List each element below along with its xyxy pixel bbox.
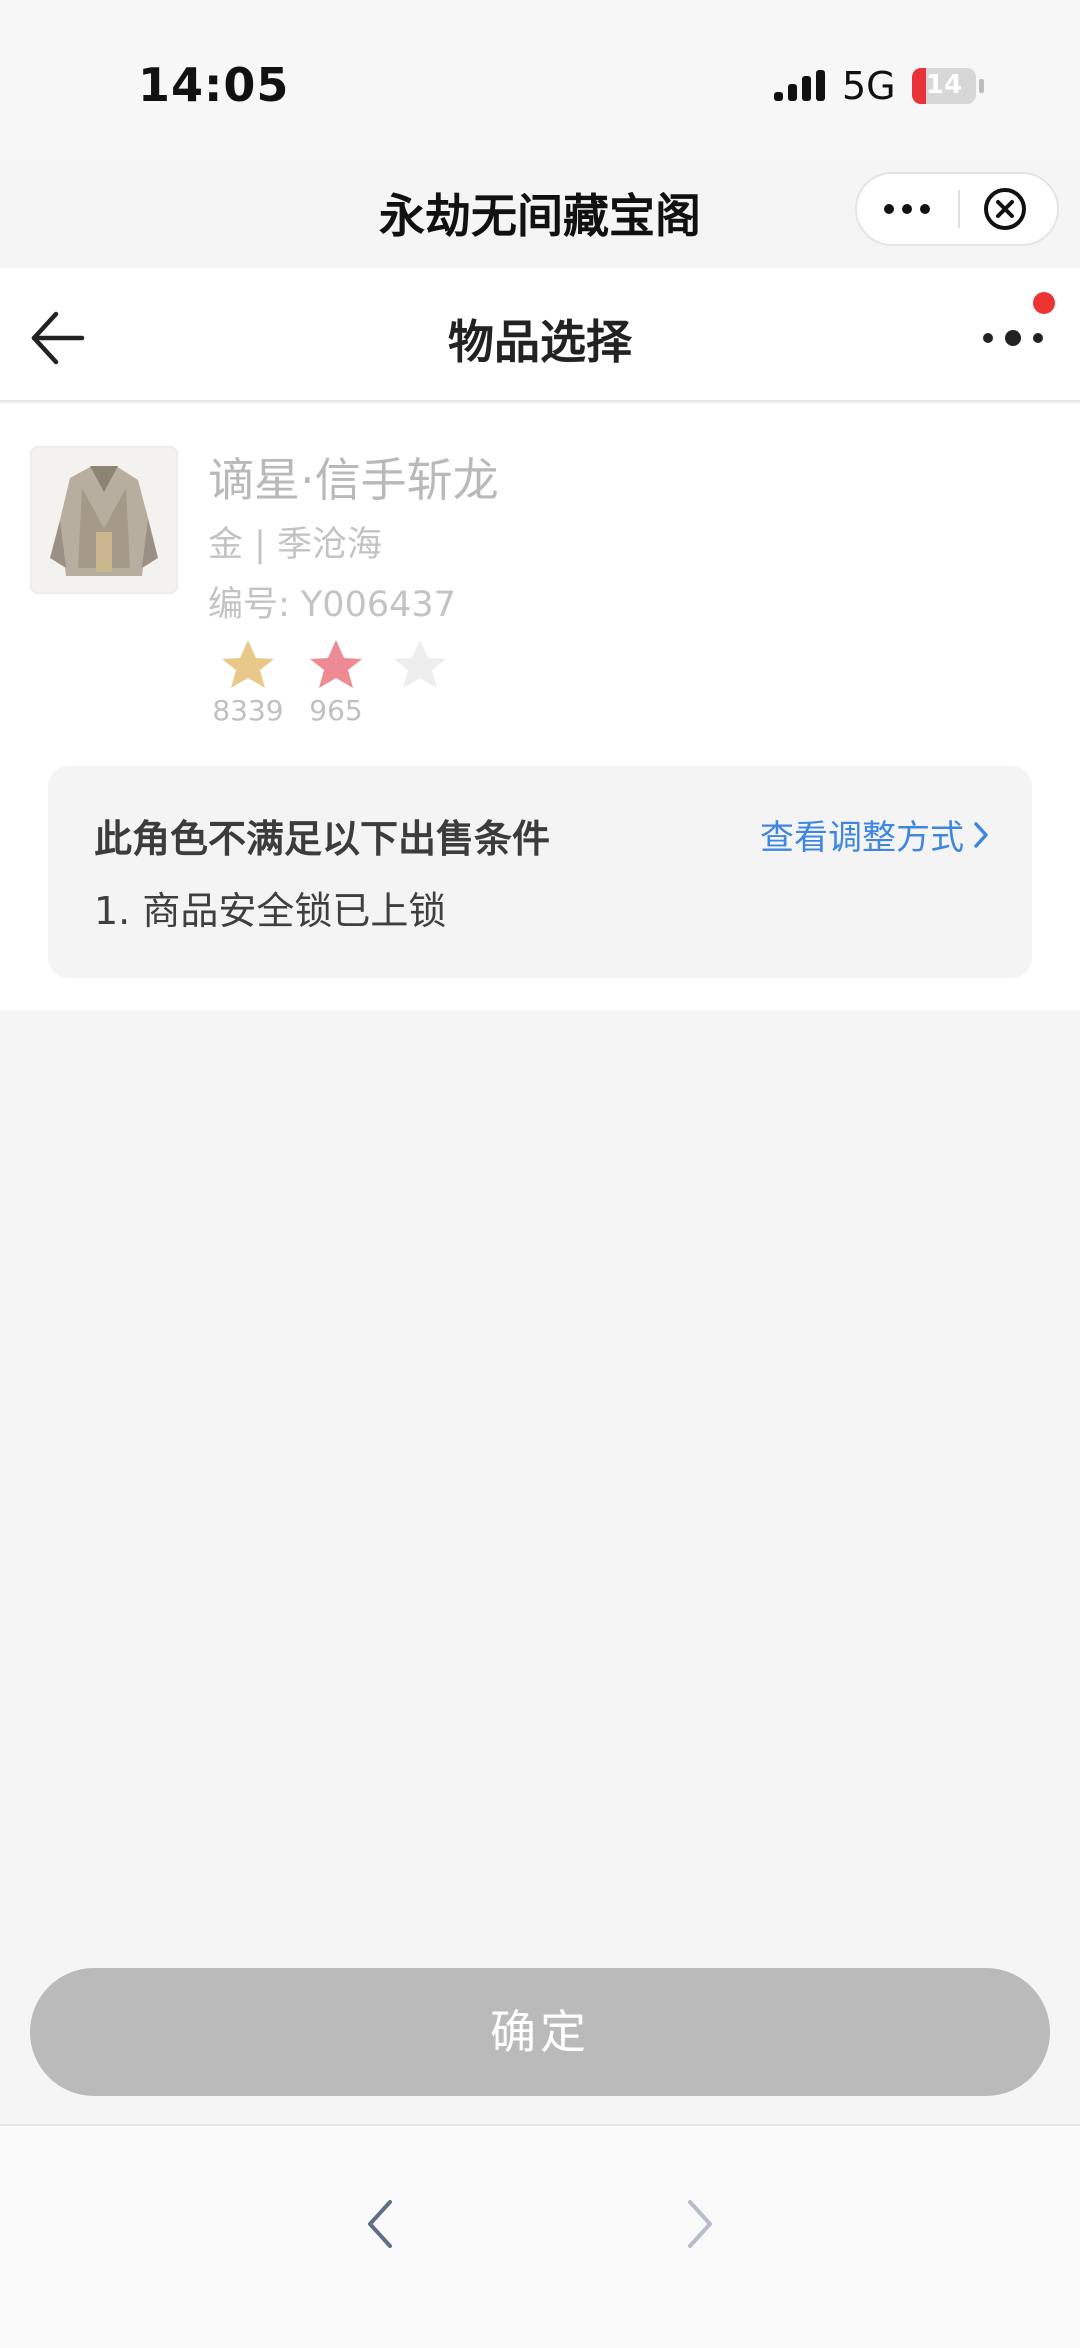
nav-back-icon[interactable] — [350, 2192, 410, 2256]
confirm-button[interactable]: 确定 — [30, 1968, 1050, 2096]
more-icon[interactable] — [857, 174, 958, 244]
item-id: 编号: Y006437 — [208, 585, 456, 625]
menu-dots-icon[interactable] — [978, 308, 1048, 368]
signal-icon — [774, 70, 825, 101]
stat-pink-count: 965 — [309, 694, 363, 727]
status-bar: 14:05 5G 14 — [0, 0, 1080, 160]
item-card: 谪星·信手斩龙 金 | 季沧海 编号: Y006437 8339 965 此角色… — [0, 404, 1080, 1010]
capsule-menu — [855, 172, 1059, 246]
battery-cap — [979, 79, 984, 93]
battery-icon: 14 — [912, 68, 976, 104]
notice-item: 1. 商品安全锁已上锁 — [94, 889, 447, 933]
notice-title: 此角色不满足以下出售条件 — [94, 817, 551, 861]
status-time: 14:05 — [138, 58, 290, 112]
nav-forward-icon[interactable] — [670, 2192, 730, 2256]
notification-dot — [1033, 292, 1055, 314]
chevron-right-icon — [974, 821, 988, 848]
item-thumbnail — [30, 446, 178, 594]
stat-gold-count: 8339 — [212, 694, 284, 727]
pink-star-icon — [310, 640, 362, 688]
grey-star-icon — [394, 640, 446, 688]
character-image-icon — [32, 448, 176, 592]
gold-star-icon — [222, 640, 274, 688]
battery-level: 14 — [925, 70, 963, 100]
item-name: 谪星·信手斩龙 — [208, 453, 499, 507]
page-header: 物品选择 — [0, 268, 1080, 402]
close-icon[interactable] — [960, 174, 1057, 244]
item-grade-character: 金 | 季沧海 — [208, 525, 383, 565]
page-title: 物品选择 — [448, 315, 632, 369]
bottom-navigation — [0, 2124, 1080, 2348]
sale-condition-notice: 此角色不满足以下出售条件 查看调整方式 1. 商品安全锁已上锁 — [48, 766, 1032, 978]
view-adjust-link[interactable]: 查看调整方式 — [760, 810, 990, 859]
view-adjust-label: 查看调整方式 — [760, 818, 964, 858]
network-type: 5G — [842, 64, 896, 108]
rating-stars — [222, 640, 446, 688]
